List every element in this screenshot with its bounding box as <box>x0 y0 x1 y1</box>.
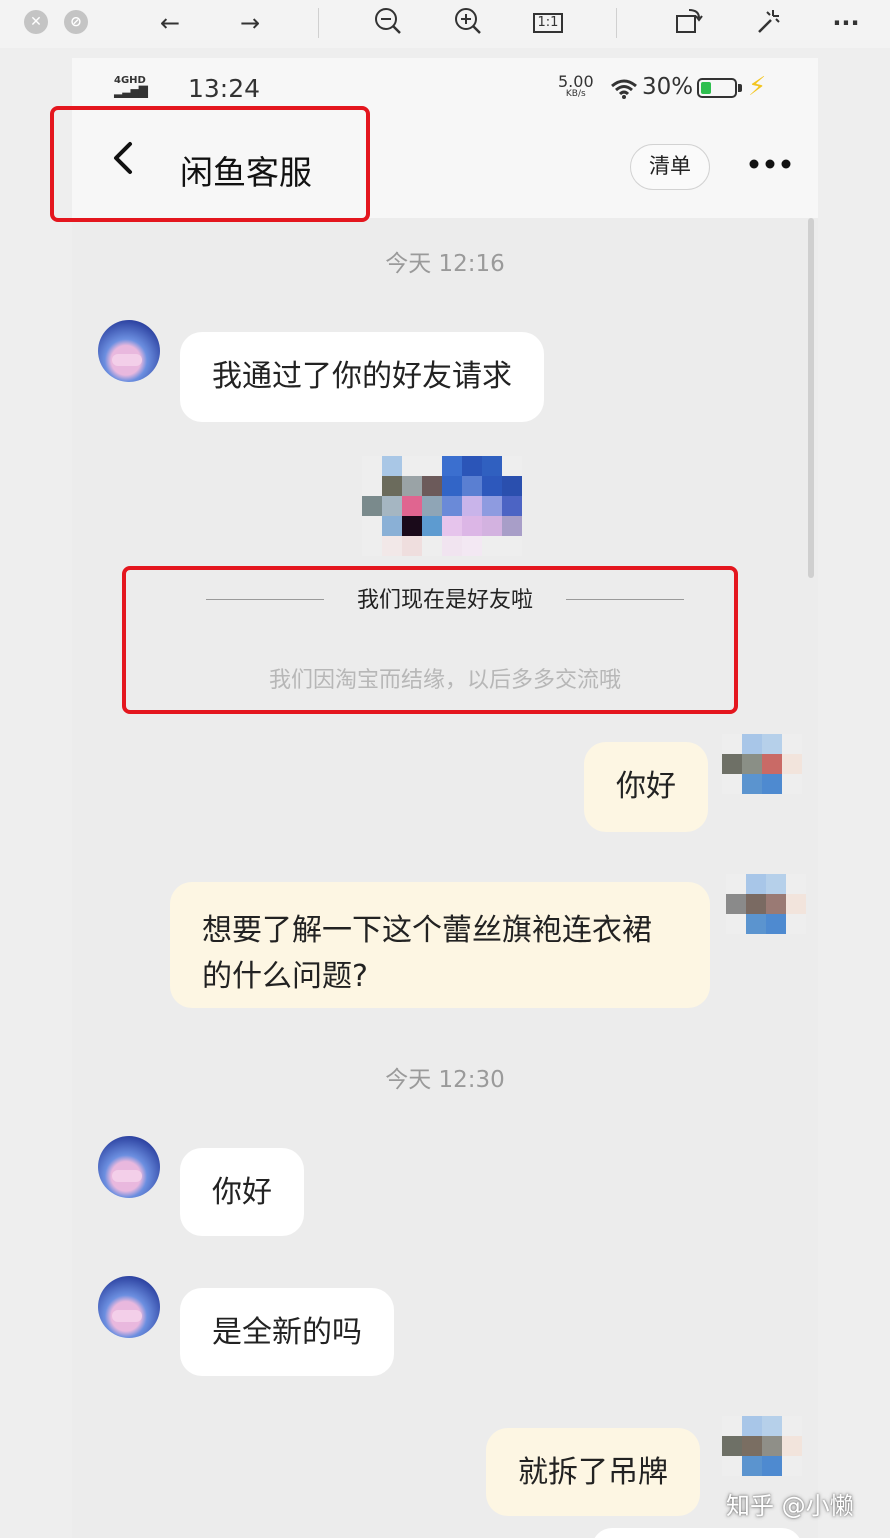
speed-unit: KB/s <box>565 89 586 99</box>
signal-icon: 4GHD ▂▃▅▇ <box>114 75 148 98</box>
charging-icon: ⚡ <box>748 72 767 102</box>
avatar[interactable] <box>98 1136 160 1198</box>
pixelated-avatar-pair <box>362 456 522 556</box>
highlight-box <box>50 106 370 222</box>
zoom-in-icon[interactable] <box>450 6 486 40</box>
watermark: 知乎 @小懒 <box>726 1492 854 1520</box>
battery-icon <box>697 78 737 98</box>
message-bubble[interactable] <box>592 1528 802 1538</box>
back-arrow-icon[interactable]: ← <box>152 6 188 40</box>
close-icon[interactable]: ✕ <box>24 10 48 34</box>
more-dots-icon[interactable] <box>748 148 792 181</box>
battery-percent: 30% <box>642 74 694 100</box>
battery-fill <box>701 82 711 94</box>
timestamp: 今天 12:16 <box>385 251 505 277</box>
more-icon[interactable]: ··· <box>828 6 864 40</box>
highlight-box <box>122 566 738 714</box>
message-bubble[interactable]: 你好 <box>584 742 708 832</box>
wifi-icon <box>610 78 638 106</box>
message-bubble[interactable]: 就拆了吊牌 <box>486 1428 700 1516</box>
toolbar-divider <box>318 8 319 38</box>
actual-size-icon[interactable]: 1:1 <box>530 6 566 40</box>
block-icon[interactable]: ⊘ <box>64 10 88 34</box>
network-speed: 5.00 KB/s <box>558 74 594 99</box>
list-button[interactable]: 清单 <box>630 144 710 190</box>
battery-tip <box>738 84 742 92</box>
rotate-icon[interactable] <box>670 6 706 40</box>
phone-screen: 4GHD ▂▃▅▇ 13:24 5.00 KB/s 30% ⚡ 闲鱼客服 清单 … <box>72 58 818 1538</box>
toolbar-divider <box>616 8 617 38</box>
status-time: 13:24 <box>188 74 261 103</box>
message-bubble[interactable]: 我通过了你的好友请求 <box>180 332 544 422</box>
message-bubble[interactable]: 想要了解一下这个蕾丝旗袍连衣裙的什么问题? <box>170 882 710 1008</box>
forward-arrow-icon[interactable]: → <box>232 6 268 40</box>
message-bubble[interactable]: 你好 <box>180 1148 304 1236</box>
actual-size-label: 1:1 <box>532 13 564 33</box>
avatar[interactable] <box>98 1276 160 1338</box>
pixelated-avatar[interactable] <box>722 734 802 794</box>
magic-wand-icon[interactable] <box>750 6 786 40</box>
timestamp: 今天 12:30 <box>385 1067 505 1093</box>
avatar[interactable] <box>98 320 160 382</box>
zoom-out-icon[interactable] <box>370 6 406 40</box>
image-viewer-toolbar: ✕ ⊘ ← → 1:1 ··· <box>0 0 890 48</box>
pixelated-avatar[interactable] <box>722 1416 802 1476</box>
pixelated-avatar[interactable] <box>726 874 806 934</box>
message-bubble[interactable]: 是全新的吗 <box>180 1288 394 1376</box>
